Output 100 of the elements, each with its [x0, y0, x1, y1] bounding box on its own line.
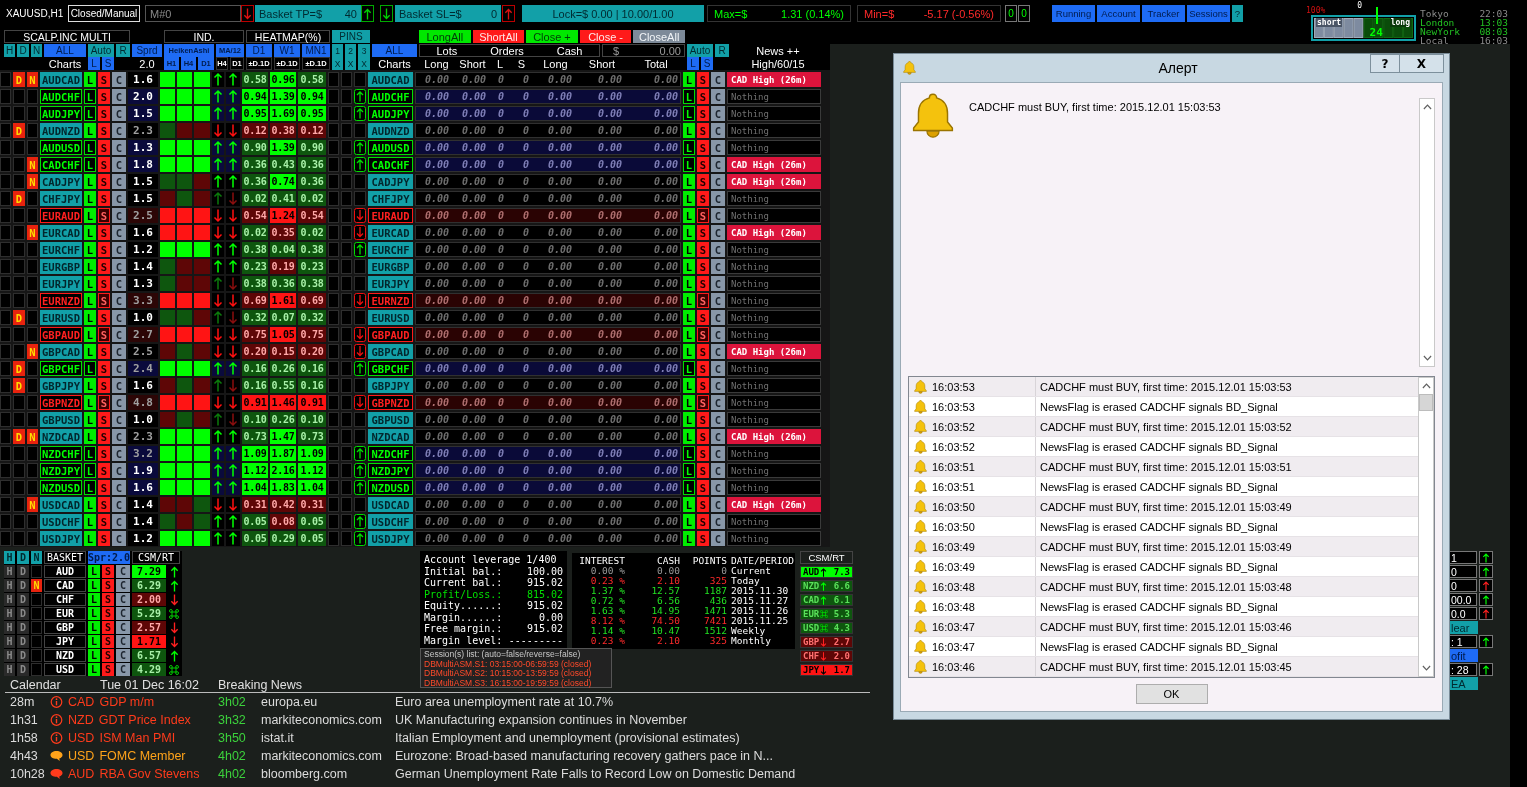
panel-button[interactable]: ofit [1450, 649, 1478, 662]
pair-button[interactable]: AUDUSD [368, 140, 413, 155]
toolbar-button[interactable]: Account [1097, 5, 1140, 22]
short-button[interactable]: S [98, 344, 110, 359]
c-button[interactable]: C [112, 89, 126, 104]
long-button[interactable]: L [683, 259, 695, 274]
c-button[interactable]: C [711, 293, 725, 308]
c-button[interactable]: C [116, 663, 130, 676]
column-toggle[interactable]: H [4, 579, 15, 592]
c-button[interactable]: C [112, 395, 126, 410]
short-button[interactable]: S [697, 344, 709, 359]
short-button[interactable]: S [98, 293, 110, 308]
pair-button[interactable]: NZDJPY [40, 463, 82, 478]
c-button[interactable]: C [116, 593, 130, 606]
short-button[interactable]: S [98, 497, 110, 512]
short-button[interactable]: S [98, 310, 110, 325]
news-headline[interactable]: UK Manufacturing expansion continues in November [395, 713, 870, 727]
c-button[interactable]: C [112, 514, 126, 529]
short-button[interactable]: S [697, 327, 709, 342]
action-button[interactable]: Close - [579, 30, 632, 43]
currency-button[interactable]: EUR [44, 607, 86, 620]
c-button[interactable]: C [112, 191, 126, 206]
pair-button[interactable]: NZDUSD [368, 480, 413, 495]
short-button[interactable]: S [98, 276, 110, 291]
pair-button[interactable]: USDCAD [40, 497, 82, 512]
column-toggle[interactable]: H [4, 621, 15, 634]
c-button[interactable]: C [711, 225, 725, 240]
column-toggle[interactable]: D [17, 607, 29, 620]
c-button[interactable]: C [116, 649, 130, 662]
short-button[interactable]: S [697, 395, 709, 410]
pair-button[interactable]: AUDNZD [368, 123, 413, 138]
long-button[interactable]: L [84, 89, 96, 104]
short-button[interactable]: S [697, 463, 709, 478]
c-button[interactable]: C [116, 621, 130, 634]
short-button[interactable]: S [98, 208, 110, 223]
short-toggle[interactable]: S [102, 57, 114, 70]
short-button[interactable]: S [98, 242, 110, 257]
pair-button[interactable]: AUDNZD [40, 123, 82, 138]
scrollbar[interactable] [1418, 377, 1434, 677]
c-button[interactable]: C [711, 429, 725, 444]
long-button[interactable]: L [683, 446, 695, 461]
c-button[interactable]: C [711, 140, 725, 155]
short-button[interactable]: S [102, 663, 114, 676]
all-button[interactable]: ALL [372, 44, 417, 57]
short-button[interactable]: S [98, 225, 110, 240]
c-button[interactable]: C [112, 157, 126, 172]
short-button[interactable]: S [697, 378, 709, 393]
c-button[interactable]: C [112, 310, 126, 325]
long-button[interactable]: L [88, 593, 100, 606]
ok-button[interactable]: OK [1135, 684, 1208, 704]
panel-button[interactable]: EA [1450, 677, 1478, 690]
pair-button[interactable]: NZDJPY [368, 463, 413, 478]
c-button[interactable]: C [112, 140, 126, 155]
c-button[interactable]: C [711, 514, 725, 529]
column-toggle[interactable]: D [17, 579, 29, 592]
short-button[interactable]: S [98, 531, 110, 546]
c-button[interactable]: C [711, 72, 725, 87]
c-button[interactable]: C [116, 607, 130, 620]
short-button[interactable]: S [98, 480, 110, 495]
short-button[interactable]: S [697, 412, 709, 427]
short-button[interactable]: S [98, 378, 110, 393]
c-button[interactable]: C [112, 480, 126, 495]
c-button[interactable]: C [711, 106, 725, 121]
short-button[interactable]: S [697, 89, 709, 104]
short-button[interactable]: S [697, 157, 709, 172]
pin-button[interactable]: 3 [358, 44, 370, 57]
pair-button[interactable]: EURJPY [368, 276, 413, 291]
long-button[interactable]: L [683, 327, 695, 342]
short-button[interactable]: S [697, 123, 709, 138]
pair-button[interactable]: EURNZD [368, 293, 413, 308]
long-button[interactable]: L [84, 310, 96, 325]
c-button[interactable]: C [112, 531, 126, 546]
long-button[interactable]: L [84, 225, 96, 240]
c-button[interactable]: C [711, 497, 725, 512]
pair-button[interactable]: AUDCAD [368, 72, 413, 87]
action-button[interactable]: ShortAll [472, 30, 525, 43]
column-toggle[interactable]: D [17, 44, 29, 57]
c-button[interactable]: C [711, 378, 725, 393]
pair-button[interactable]: NZDCAD [368, 429, 413, 444]
pair-button[interactable]: EURUSD [40, 310, 82, 325]
c-button[interactable]: C [116, 579, 130, 592]
column-toggle[interactable]: D [17, 663, 29, 676]
c-button[interactable]: C [711, 531, 725, 546]
pair-button[interactable]: GBPJPY [368, 378, 413, 393]
long-button[interactable]: L [88, 635, 100, 648]
column-toggle[interactable]: D [17, 621, 29, 634]
magic-field[interactable]: M#0 [145, 5, 241, 22]
c-button[interactable]: C [112, 361, 126, 376]
long-button[interactable]: L [84, 191, 96, 206]
pair-button[interactable]: GBPCAD [40, 344, 82, 359]
c-button[interactable]: C [711, 361, 725, 376]
long-button[interactable]: L [88, 663, 100, 676]
c-button[interactable]: C [711, 310, 725, 325]
long-button[interactable]: L [88, 621, 100, 634]
pin-button[interactable]: 1 [332, 44, 343, 57]
short-button[interactable]: S [102, 579, 114, 592]
c-button[interactable]: C [112, 344, 126, 359]
short-button[interactable]: S [98, 174, 110, 189]
column-toggle[interactable]: D [17, 551, 29, 564]
long-button[interactable]: L [683, 276, 695, 291]
